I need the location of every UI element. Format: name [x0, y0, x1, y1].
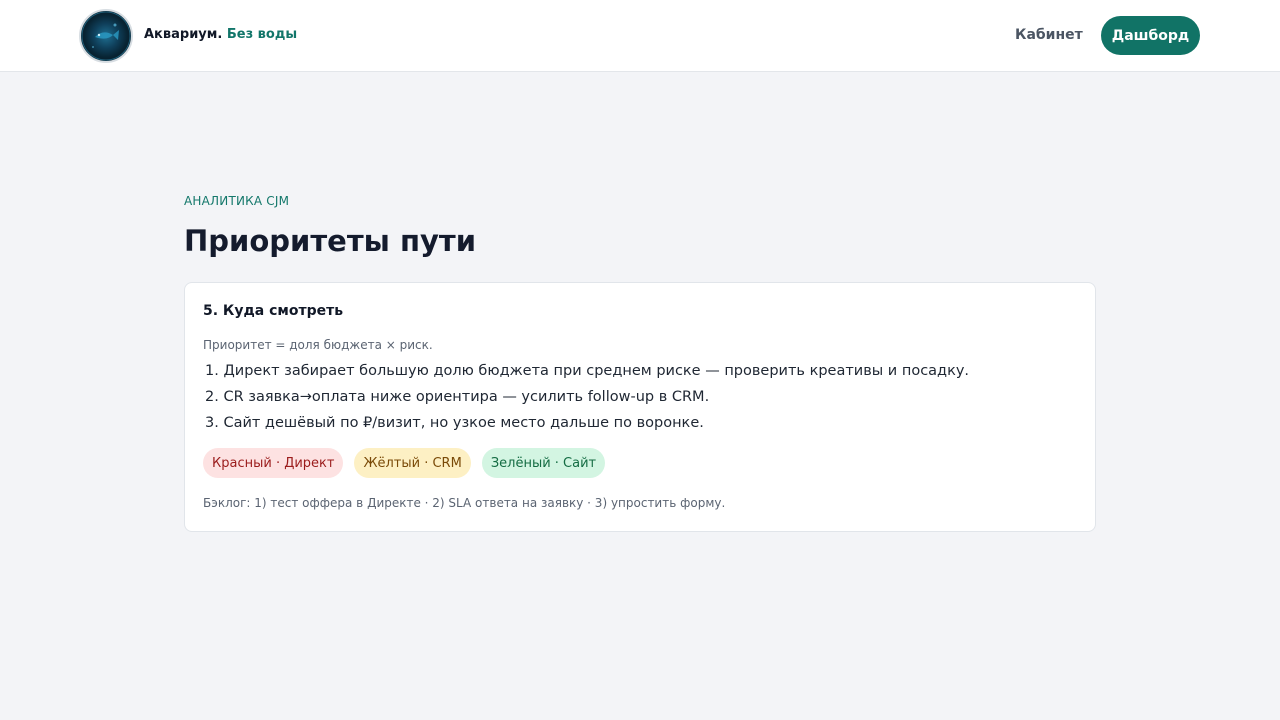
top-navbar: Аквариум. Без воды Кабинет Дашборд — [0, 0, 1280, 72]
priority-list: 1. Директ забирает большую долю бюджета … — [205, 358, 969, 436]
priority-formula-note: Приоритет = доля бюджета × риск. — [203, 338, 433, 352]
backlog-note: Бэклог: 1) тест оффера в Директе · 2) SL… — [203, 496, 726, 510]
card-title: 5. Куда смотреть — [203, 303, 344, 319]
priorities-card: 5. Куда смотреть Приоритет = доля бюджет… — [184, 282, 1096, 532]
list-item: 3. Сайт дешёвый по ₽/визит, но узкое мес… — [205, 415, 704, 431]
aquarium-logo-icon[interactable] — [79, 9, 133, 63]
list-item: 1. Директ забирает большую долю бюджета … — [205, 363, 970, 379]
status-chip-red: Красный · Директ — [203, 448, 344, 478]
status-chip-green: Зелёный · Сайт — [481, 448, 606, 478]
section-eyebrow: АНАЛИТИКА CJM — [184, 194, 290, 208]
brand-title[interactable]: Аквариум. Без воды — [144, 27, 297, 42]
status-chips: Красный · Директ Жёлтый · CRM Зелёный · … — [203, 448, 606, 478]
status-chip-yellow: Жёлтый · CRM — [354, 448, 471, 478]
list-item: 2. CR заявка→оплата ниже ориентира — уси… — [205, 389, 710, 405]
nav-cabinet-link[interactable]: Кабинет — [1015, 27, 1083, 43]
brand-tagline: Без воды — [226, 27, 298, 42]
page-title: Приоритеты пути — [184, 224, 477, 258]
dashboard-button[interactable]: Дашборд — [1101, 16, 1200, 55]
brand-name: Аквариум. — [144, 27, 223, 42]
